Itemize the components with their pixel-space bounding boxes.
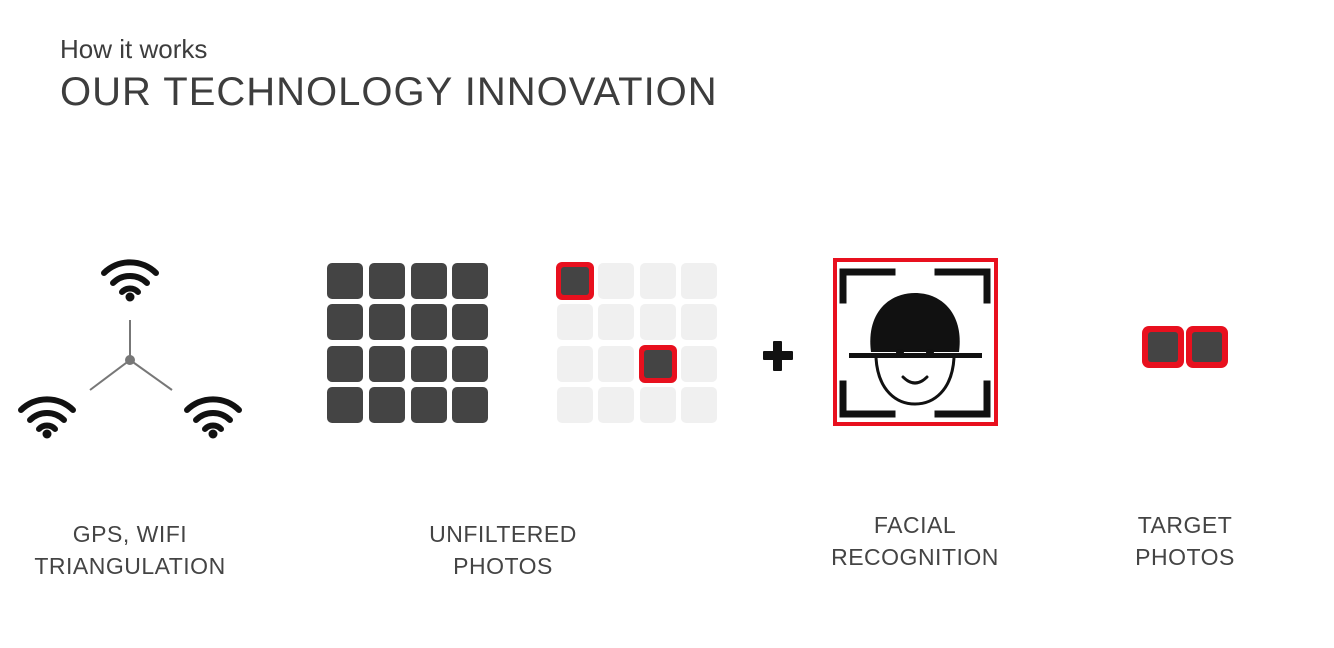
step-label-target: TARGET PHOTOS (1095, 509, 1275, 573)
step-label-line: GPS, WIFI (72, 521, 188, 547)
triangulation-lines (89, 320, 173, 391)
step-label-line: UNFILTERED (429, 521, 577, 547)
wifi-icon-top (101, 259, 159, 302)
step-label-line: PHOTOS (453, 553, 553, 579)
step-label-triangulation: GPS, WIFI TRIANGULATION (30, 518, 230, 582)
step-label-line: TARGET (1137, 512, 1233, 538)
step-label-line: PHOTOS (1135, 544, 1235, 570)
step-label-unfiltered: UNFILTERED PHOTOS (403, 518, 603, 582)
highlighted-photo (556, 262, 594, 300)
plus-icon (763, 341, 793, 371)
wifi-icon-left (18, 396, 76, 439)
step-label-line: FACIAL (873, 512, 957, 538)
triangulation-center-dot (125, 355, 135, 365)
step-label-line: TRIANGULATION (34, 553, 226, 579)
target-photos-icon (1142, 326, 1228, 368)
wifi-icon-right (184, 396, 242, 439)
unfiltered-photo-grid (327, 263, 488, 423)
highlighted-photo (639, 345, 677, 383)
face-scan-icon (833, 258, 998, 426)
step-label-facial: FACIAL RECOGNITION (815, 509, 1015, 573)
step-label-line: RECOGNITION (831, 544, 999, 570)
